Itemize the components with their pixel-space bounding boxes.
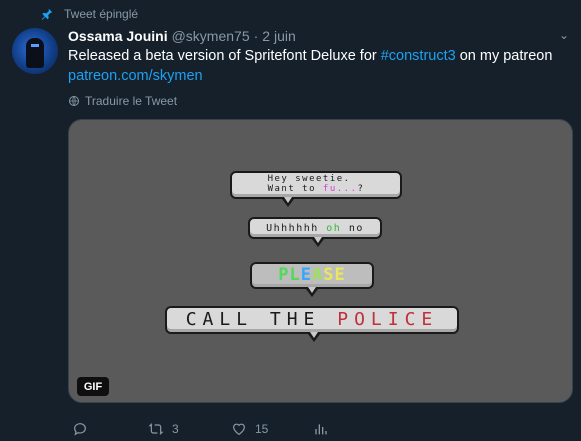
stats-button[interactable] (312, 421, 328, 437)
bubble2-prefix: Uhhhhhh (266, 222, 327, 234)
tweet-actions: 3 15 (68, 418, 573, 440)
retweet-icon (148, 423, 164, 435)
translate-label: Traduire le Tweet (85, 94, 178, 108)
bubble4-plain: CALL THE (185, 309, 338, 331)
chevron-down-icon[interactable]: ⌄ (557, 28, 571, 42)
speech-bubble-3: PL E A SE (250, 262, 374, 289)
retweet-count: 3 (172, 422, 179, 436)
like-button[interactable]: 15 (231, 421, 268, 437)
speech-bubble-2: Uhhhhhh oh no (248, 217, 382, 239)
bubble3-letters-1: E (300, 265, 312, 286)
speech-bubble-4: CALL THE POLICE (165, 306, 459, 334)
pinned-label: Tweet épinglé (64, 7, 139, 21)
bubble2-suffix: no (341, 222, 364, 234)
tweet-header: Ossama Jouini @skymen75 · 2 juin (68, 28, 296, 44)
bubble3-letters-3: SE (323, 265, 346, 286)
retweet-button[interactable]: 3 (148, 421, 179, 437)
bubble3-letters-0: PL (278, 265, 301, 286)
gif-badge: GIF (77, 377, 109, 396)
pin-icon (41, 8, 53, 20)
avatar[interactable] (12, 28, 58, 74)
stats-icon (315, 424, 327, 435)
heart-icon (233, 423, 245, 436)
like-count: 15 (255, 422, 269, 436)
globe-icon (69, 96, 79, 106)
pinned-tweet-label-row: Tweet épinglé (40, 7, 138, 21)
author-name[interactable]: Ossama Jouini (68, 28, 168, 44)
author-handle[interactable]: @skymen75 (172, 28, 250, 44)
tweet-text: Released a beta version of Spritefont De… (68, 46, 568, 86)
tweet-text-after: on my patreon (455, 48, 553, 64)
speech-bubble-1: Hey sweetie. Want to fu...? (230, 171, 402, 199)
tweet-date[interactable]: 2 juin (262, 28, 295, 44)
bubble1-line2-prefix: Want to (267, 184, 323, 194)
bubble1-line2-colored: fu... (322, 184, 358, 194)
bubble1-line1: Hey sweetie. (267, 174, 351, 185)
bubble3-letters-2: A (312, 265, 324, 286)
bubble4-colored: POLICE (337, 309, 439, 331)
gif-media[interactable]: Hey sweetie. Want to fu...? Uhhhhhh oh no… (68, 119, 573, 403)
tweet-text-before: Released a beta version of Spritefont De… (68, 48, 381, 64)
reply-icon (74, 423, 86, 436)
patreon-link[interactable]: patreon.com/skymen (68, 68, 203, 84)
reply-button[interactable] (72, 421, 96, 437)
bubble2-colored: oh (326, 222, 342, 234)
bubble1-line2-suffix: ? (357, 184, 365, 194)
separator-dot: · (253, 28, 259, 44)
hashtag-link[interactable]: #construct3 (381, 48, 456, 64)
translate-tweet[interactable]: Traduire le Tweet (68, 94, 177, 108)
